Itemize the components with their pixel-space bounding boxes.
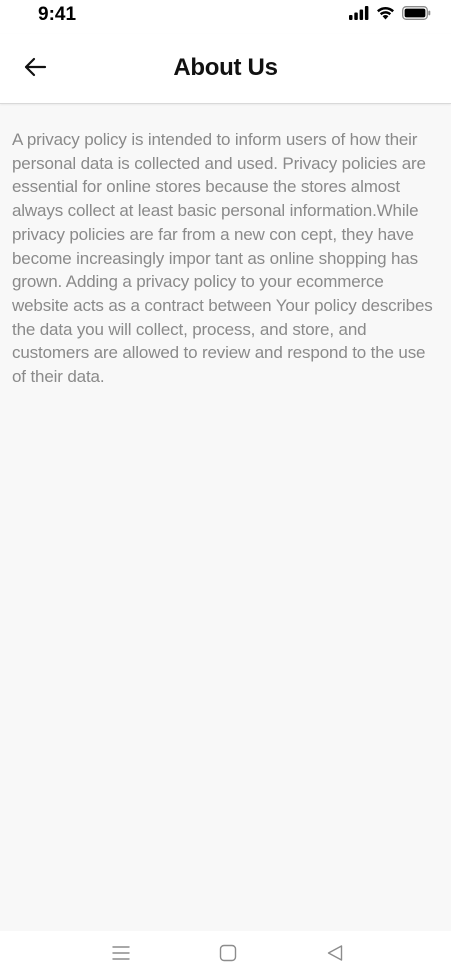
about-us-screen: 9:41 About Us A privacy policy is intend… — [0, 0, 451, 975]
status-bar: 9:41 — [0, 0, 451, 34]
app-header: About Us — [0, 34, 451, 104]
system-navigation-bar — [0, 931, 451, 975]
home-button[interactable] — [216, 944, 240, 966]
status-icons — [349, 5, 431, 25]
back-triangle-icon — [326, 944, 344, 967]
battery-icon — [402, 5, 431, 25]
menu-button[interactable] — [109, 944, 133, 966]
about-us-text: A privacy policy is intended to inform u… — [12, 130, 433, 387]
page-title: About Us — [173, 54, 278, 81]
status-time: 9:41 — [38, 4, 77, 25]
menu-icon — [112, 945, 130, 966]
system-back-button[interactable] — [323, 944, 347, 966]
signal-icon — [349, 5, 369, 25]
wifi-icon — [376, 6, 395, 25]
home-icon — [219, 944, 237, 967]
